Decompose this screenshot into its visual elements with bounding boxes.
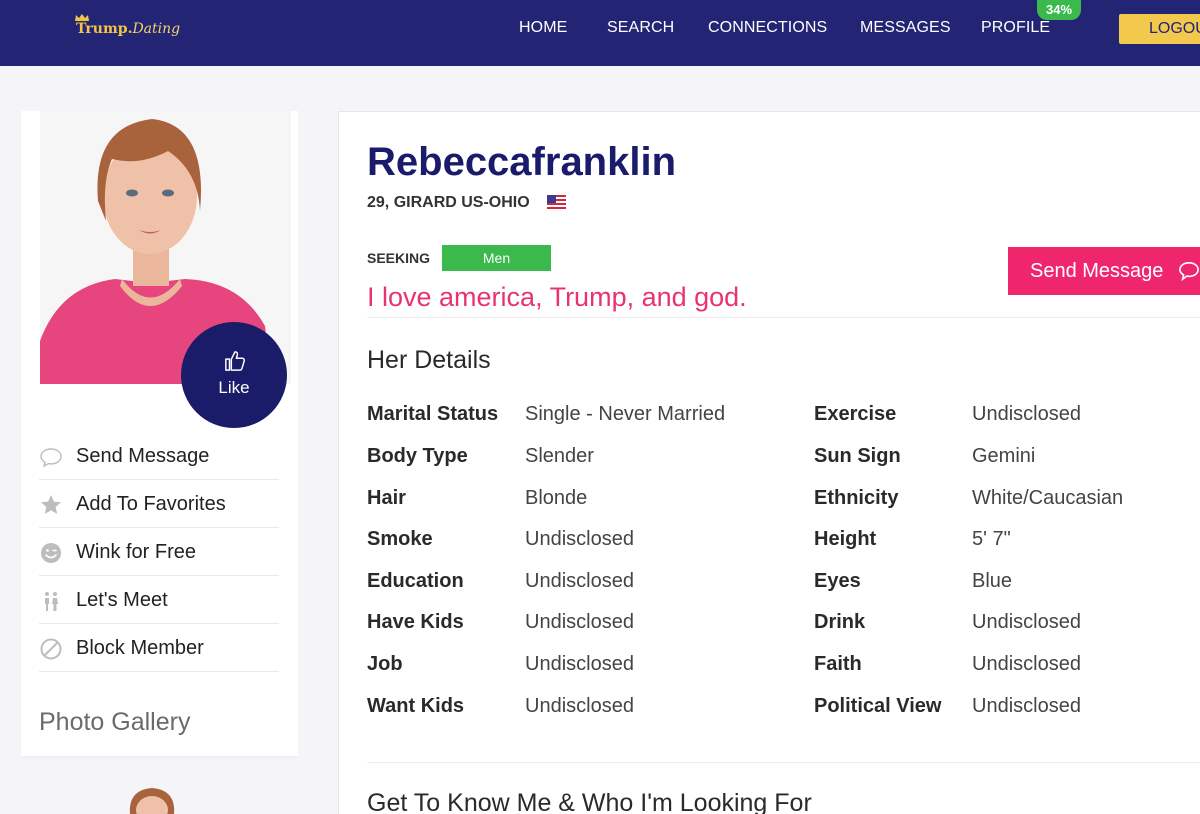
nav-search[interactable]: SEARCH <box>607 19 674 37</box>
like-button[interactable]: Like <box>181 322 287 428</box>
detail-key-smoke: Smoke <box>367 528 433 550</box>
detail-key-eyes: Eyes <box>814 570 861 592</box>
site-logo[interactable]: Trump.Dating <box>74 14 180 42</box>
detail-value-hair: Blonde <box>525 487 588 509</box>
seeking-label: SEEKING <box>367 250 431 266</box>
detail-key-drink: Drink <box>814 611 866 633</box>
send-message-label: Send Message <box>1030 260 1164 282</box>
detail-value-political-view: Undisclosed <box>972 695 1081 717</box>
logout-button[interactable]: LOGOUT <box>1119 14 1200 44</box>
speech-bubble-icon <box>40 448 62 468</box>
nav-home[interactable]: HOME <box>519 19 567 37</box>
detail-value-marital-status: Single - Never Married <box>525 403 726 425</box>
photo-gallery-title: Photo Gallery <box>39 708 191 736</box>
send-message-button[interactable]: Send Message <box>1008 247 1200 295</box>
smiley-icon <box>41 543 61 563</box>
detail-key-faith: Faith <box>814 653 862 675</box>
star-icon <box>41 495 61 514</box>
sidebar-action-label: Wink for Free <box>76 541 197 563</box>
detail-value-faith: Undisclosed <box>972 653 1081 675</box>
nav-profile[interactable]: PROFILE <box>981 19 1050 37</box>
gallery-thumbnail[interactable] <box>100 786 200 814</box>
sidebar-action-send-message[interactable]: Send Message <box>39 432 279 480</box>
nav-messages[interactable]: MESSAGES <box>860 19 951 37</box>
detail-value-have-kids: Undisclosed <box>525 611 634 633</box>
detail-key-height: Height <box>814 528 877 550</box>
gallery-divider <box>21 756 298 758</box>
detail-value-exercise: Undisclosed <box>972 403 1081 425</box>
logo-accent-text: Dating <box>132 21 181 37</box>
detail-value-ethnicity: White/Caucasian <box>972 487 1124 509</box>
profile-completion-badge: 34% <box>1037 0 1081 20</box>
detail-key-body-type: Body Type <box>367 445 468 467</box>
thumbs-up-icon <box>225 351 246 371</box>
block-icon <box>40 638 62 660</box>
detail-key-hair: Hair <box>367 487 406 509</box>
detail-key-sun-sign: Sun Sign <box>814 445 901 467</box>
detail-key-marital-status: Marital Status <box>367 403 499 425</box>
sidebar-action-lets-meet[interactable]: Let's Meet <box>39 576 279 624</box>
detail-value-body-type: Slender <box>525 445 594 467</box>
detail-key-ethnicity: Ethnicity <box>814 487 899 509</box>
detail-key-exercise: Exercise <box>814 403 897 425</box>
detail-value-want-kids: Undisclosed <box>525 695 634 717</box>
detail-value-eyes: Blue <box>972 570 1013 592</box>
sidebar-action-block-member[interactable]: Block Member <box>39 624 279 672</box>
couple-icon <box>45 592 58 611</box>
profile-location: 29, GIRARD US-OHIO <box>367 194 530 211</box>
detail-value-smoke: Undisclosed <box>525 528 634 550</box>
seeking-badge: Men <box>442 245 551 271</box>
sidebar-action-label: Block Member <box>76 637 204 659</box>
detail-value-sun-sign: Gemini <box>972 445 1036 467</box>
detail-value-drink: Undisclosed <box>972 611 1081 633</box>
detail-key-job: Job <box>367 653 403 675</box>
speech-bubble-icon <box>1179 261 1199 281</box>
detail-value-job: Undisclosed <box>525 653 634 675</box>
detail-key-have-kids: Have Kids <box>367 611 464 633</box>
us-flag-icon <box>547 195 566 209</box>
sidebar-action-label: Let's Meet <box>76 589 168 611</box>
about-heading: Get To Know Me & Who I'm Looking For <box>367 789 812 814</box>
divider <box>367 762 1200 763</box>
sidebar-action-label: Send Message <box>76 445 210 467</box>
like-label: Like <box>218 378 250 397</box>
detail-key-political-view: Political View <box>814 695 942 717</box>
nav-connections[interactable]: CONNECTIONS <box>708 19 827 37</box>
divider <box>367 317 1200 318</box>
sidebar-action-wink[interactable]: Wink for Free <box>39 528 279 576</box>
detail-key-want-kids: Want Kids <box>367 695 465 717</box>
detail-key-education: Education <box>367 570 464 592</box>
sidebar-action-add-to-favorites[interactable]: Add To Favorites <box>39 480 279 528</box>
detail-value-education: Undisclosed <box>525 570 634 592</box>
profile-name: Rebeccafranklin <box>367 140 677 184</box>
sidebar-action-label: Add To Favorites <box>76 493 226 515</box>
detail-value-height: 5' 7" <box>972 528 1011 550</box>
profile-tagline: I love america, Trump, and god. <box>367 282 747 312</box>
logo-main-text: Trump <box>76 21 128 37</box>
details-heading: Her Details <box>367 346 491 374</box>
